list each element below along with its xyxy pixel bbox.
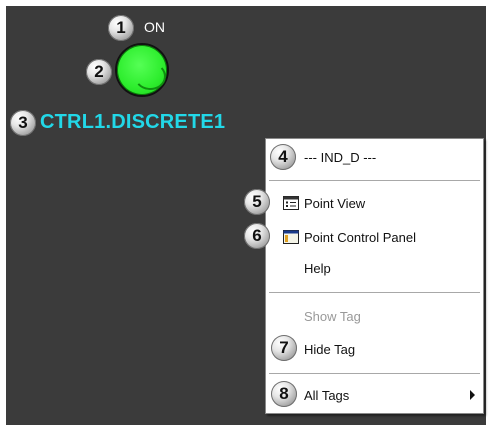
menu-item-all-tags[interactable]: All Tags <box>304 388 349 403</box>
menu-header: --- IND_D --- <box>304 150 377 165</box>
menu-item-hide-tag[interactable]: Hide Tag <box>304 342 355 357</box>
menu-item-point-control-panel[interactable]: Point Control Panel <box>304 230 416 245</box>
menu-separator <box>269 292 480 294</box>
callout-marker: 4 <box>270 144 296 170</box>
point-view-icon <box>283 196 299 210</box>
submenu-arrow-icon <box>470 390 475 400</box>
menu-item-help[interactable]: Help <box>304 261 331 276</box>
context-menu: --- IND_D --- Point View Point Control P… <box>265 138 484 414</box>
menu-separator <box>269 373 480 375</box>
callout-marker: 7 <box>271 335 297 361</box>
state-label: ON <box>144 19 165 35</box>
menu-item-show-tag: Show Tag <box>304 309 361 324</box>
callout-marker: 1 <box>108 15 134 41</box>
control-panel-icon <box>283 230 299 244</box>
callout-marker: 5 <box>244 189 270 215</box>
callout-marker: 3 <box>10 110 36 136</box>
menu-item-point-view[interactable]: Point View <box>304 196 365 211</box>
callout-marker: 6 <box>244 223 270 249</box>
callout-marker: 8 <box>271 381 297 407</box>
tag-name-label[interactable]: CTRL1.DISCRETE1 <box>40 111 225 134</box>
menu-separator <box>269 180 480 182</box>
callout-marker: 2 <box>86 59 112 85</box>
